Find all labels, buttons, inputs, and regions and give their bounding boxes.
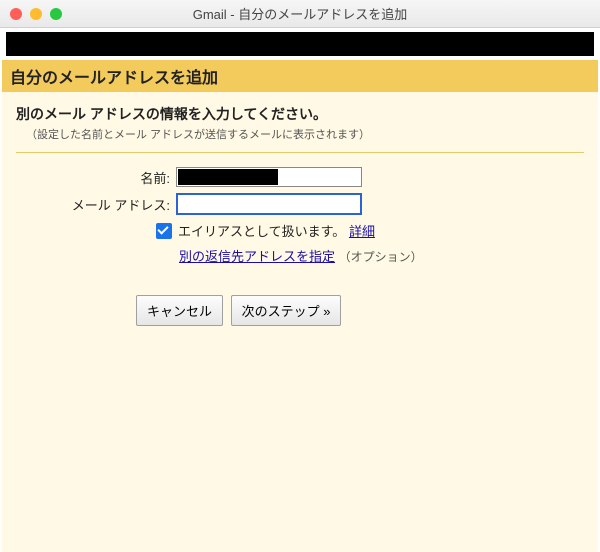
alias-row: エイリアスとして扱います。 詳細 <box>156 221 584 240</box>
reply-address-link[interactable]: 別の返信先アドレスを指定 <box>179 249 335 264</box>
button-row: キャンセル 次のステップ » <box>136 295 584 326</box>
redacted-name <box>178 169 278 185</box>
name-input[interactable] <box>176 167 362 187</box>
email-row: メール アドレス: <box>16 193 584 215</box>
minimize-icon[interactable] <box>30 8 42 20</box>
reply-option-text: （オプション） <box>339 250 423 264</box>
alias-checkbox[interactable] <box>156 223 172 239</box>
traffic-lights <box>10 8 62 20</box>
name-label: 名前: <box>16 168 176 187</box>
email-label: メール アドレス: <box>16 195 176 214</box>
instruction-subtitle: （設定した名前とメール アドレスが送信するメールに表示されます） <box>26 126 584 142</box>
window-titlebar: Gmail - 自分のメールアドレスを追加 <box>0 0 600 28</box>
reply-row: 別の返信先アドレスを指定 （オプション） <box>179 246 584 265</box>
email-field[interactable] <box>176 193 362 215</box>
maximize-icon[interactable] <box>50 8 62 20</box>
window-title: Gmail - 自分のメールアドレスを追加 <box>0 4 600 23</box>
redacted-bar <box>6 32 594 56</box>
instruction-title: 別のメール アドレスの情報を入力してください。 <box>16 104 584 124</box>
content-area: 別のメール アドレスの情報を入力してください。 （設定した名前とメール アドレス… <box>2 92 598 552</box>
close-icon[interactable] <box>10 8 22 20</box>
cancel-button[interactable]: キャンセル <box>136 295 223 326</box>
divider <box>16 152 584 153</box>
alias-details-link[interactable]: 詳細 <box>349 221 375 240</box>
name-row: 名前: <box>16 167 584 187</box>
next-step-button[interactable]: 次のステップ » <box>231 295 342 326</box>
alias-text: エイリアスとして扱います。 <box>178 221 345 240</box>
page-title: 自分のメールアドレスを追加 <box>2 60 598 92</box>
